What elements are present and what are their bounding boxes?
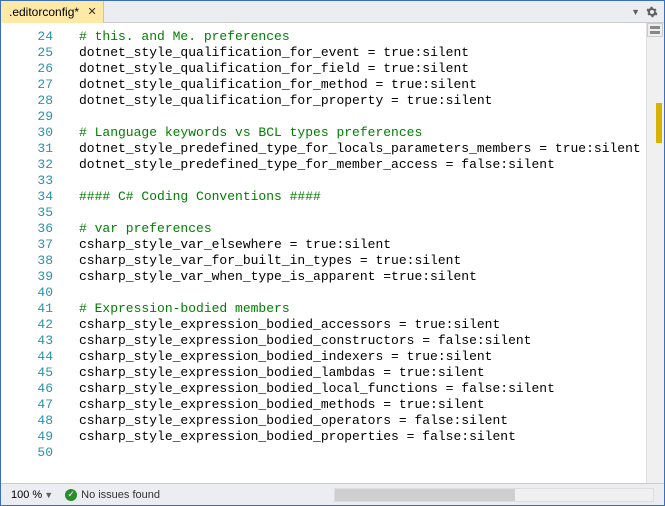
issues-indicator[interactable]: ✓ No issues found xyxy=(65,489,160,501)
gear-icon[interactable] xyxy=(646,6,658,18)
code-line: dotnet_style_qualification_for_event = t… xyxy=(79,45,646,61)
code-line: csharp_style_expression_bodied_local_fun… xyxy=(79,381,646,397)
chevron-down-icon[interactable]: ▼ xyxy=(631,7,640,17)
code-area[interactable]: # this. and Me. preferencesdotnet_style_… xyxy=(61,23,646,483)
line-number: 36 xyxy=(1,221,53,237)
scroll-indicator xyxy=(656,103,662,143)
line-number: 39 xyxy=(1,269,53,285)
tab-bar-tools: ▼ xyxy=(631,6,664,18)
line-number: 31 xyxy=(1,141,53,157)
line-number: 44 xyxy=(1,349,53,365)
zoom-level: 100 % xyxy=(11,489,42,501)
line-number: 37 xyxy=(1,237,53,253)
line-gutter: 2425262728293031323334353637383940414243… xyxy=(1,23,61,483)
line-number: 33 xyxy=(1,173,53,189)
code-line: dotnet_style_predefined_type_for_locals_… xyxy=(79,141,646,157)
check-icon: ✓ xyxy=(65,489,77,501)
horizontal-scrollbar[interactable] xyxy=(334,488,654,502)
code-line: csharp_style_expression_bodied_propertie… xyxy=(79,429,646,445)
code-line: csharp_style_var_for_built_in_types = tr… xyxy=(79,253,646,269)
code-line: # Language keywords vs BCL types prefere… xyxy=(79,125,646,141)
close-icon[interactable]: ✕ xyxy=(85,5,99,19)
code-line: dotnet_style_predefined_type_for_member_… xyxy=(79,157,646,173)
code-line: csharp_style_expression_bodied_indexers … xyxy=(79,349,646,365)
code-line xyxy=(79,109,646,125)
code-line xyxy=(79,285,646,301)
line-number: 49 xyxy=(1,429,53,445)
status-bar: 100 % ▼ ✓ No issues found xyxy=(1,483,664,505)
line-number: 24 xyxy=(1,29,53,45)
line-number: 30 xyxy=(1,125,53,141)
line-number: 45 xyxy=(1,365,53,381)
line-number: 34 xyxy=(1,189,53,205)
line-number: 47 xyxy=(1,397,53,413)
split-icon[interactable] xyxy=(647,23,663,37)
line-number: 46 xyxy=(1,381,53,397)
code-line: # Expression-bodied members xyxy=(79,301,646,317)
line-number: 29 xyxy=(1,109,53,125)
code-line: dotnet_style_qualification_for_method = … xyxy=(79,77,646,93)
line-number: 50 xyxy=(1,445,53,461)
line-number: 40 xyxy=(1,285,53,301)
line-number: 48 xyxy=(1,413,53,429)
code-editor[interactable]: 2425262728293031323334353637383940414243… xyxy=(1,23,664,483)
line-number: 27 xyxy=(1,77,53,93)
line-number: 26 xyxy=(1,61,53,77)
zoom-control[interactable]: 100 % ▼ xyxy=(11,489,53,501)
vertical-scrollbar[interactable] xyxy=(646,23,664,483)
line-number: 43 xyxy=(1,333,53,349)
tab-label: .editorconfig* xyxy=(9,5,79,19)
code-line xyxy=(79,173,646,189)
code-line xyxy=(79,205,646,221)
code-line: csharp_style_expression_bodied_accessors… xyxy=(79,317,646,333)
issues-text: No issues found xyxy=(81,489,160,501)
code-line: dotnet_style_qualification_for_field = t… xyxy=(79,61,646,77)
line-number: 42 xyxy=(1,317,53,333)
line-number: 35 xyxy=(1,205,53,221)
code-line: # var preferences xyxy=(79,221,646,237)
code-line: csharp_style_var_elsewhere = true:silent xyxy=(79,237,646,253)
line-number: 25 xyxy=(1,45,53,61)
code-line: #### C# Coding Conventions #### xyxy=(79,189,646,205)
line-number: 32 xyxy=(1,157,53,173)
code-line xyxy=(79,445,646,461)
line-number: 38 xyxy=(1,253,53,269)
chevron-down-icon[interactable]: ▼ xyxy=(44,490,53,500)
tab-bar: .editorconfig* ✕ ▼ xyxy=(1,1,664,23)
file-tab[interactable]: .editorconfig* ✕ xyxy=(1,1,104,23)
code-line: csharp_style_expression_bodied_methods =… xyxy=(79,397,646,413)
code-line: # this. and Me. preferences xyxy=(79,29,646,45)
code-line: csharp_style_expression_bodied_construct… xyxy=(79,333,646,349)
code-line: dotnet_style_qualification_for_property … xyxy=(79,93,646,109)
line-number: 28 xyxy=(1,93,53,109)
code-line: csharp_style_var_when_type_is_apparent =… xyxy=(79,269,646,285)
scrollbar-thumb[interactable] xyxy=(335,489,515,501)
line-number: 41 xyxy=(1,301,53,317)
code-line: csharp_style_expression_bodied_lambdas =… xyxy=(79,365,646,381)
code-line: csharp_style_expression_bodied_operators… xyxy=(79,413,646,429)
